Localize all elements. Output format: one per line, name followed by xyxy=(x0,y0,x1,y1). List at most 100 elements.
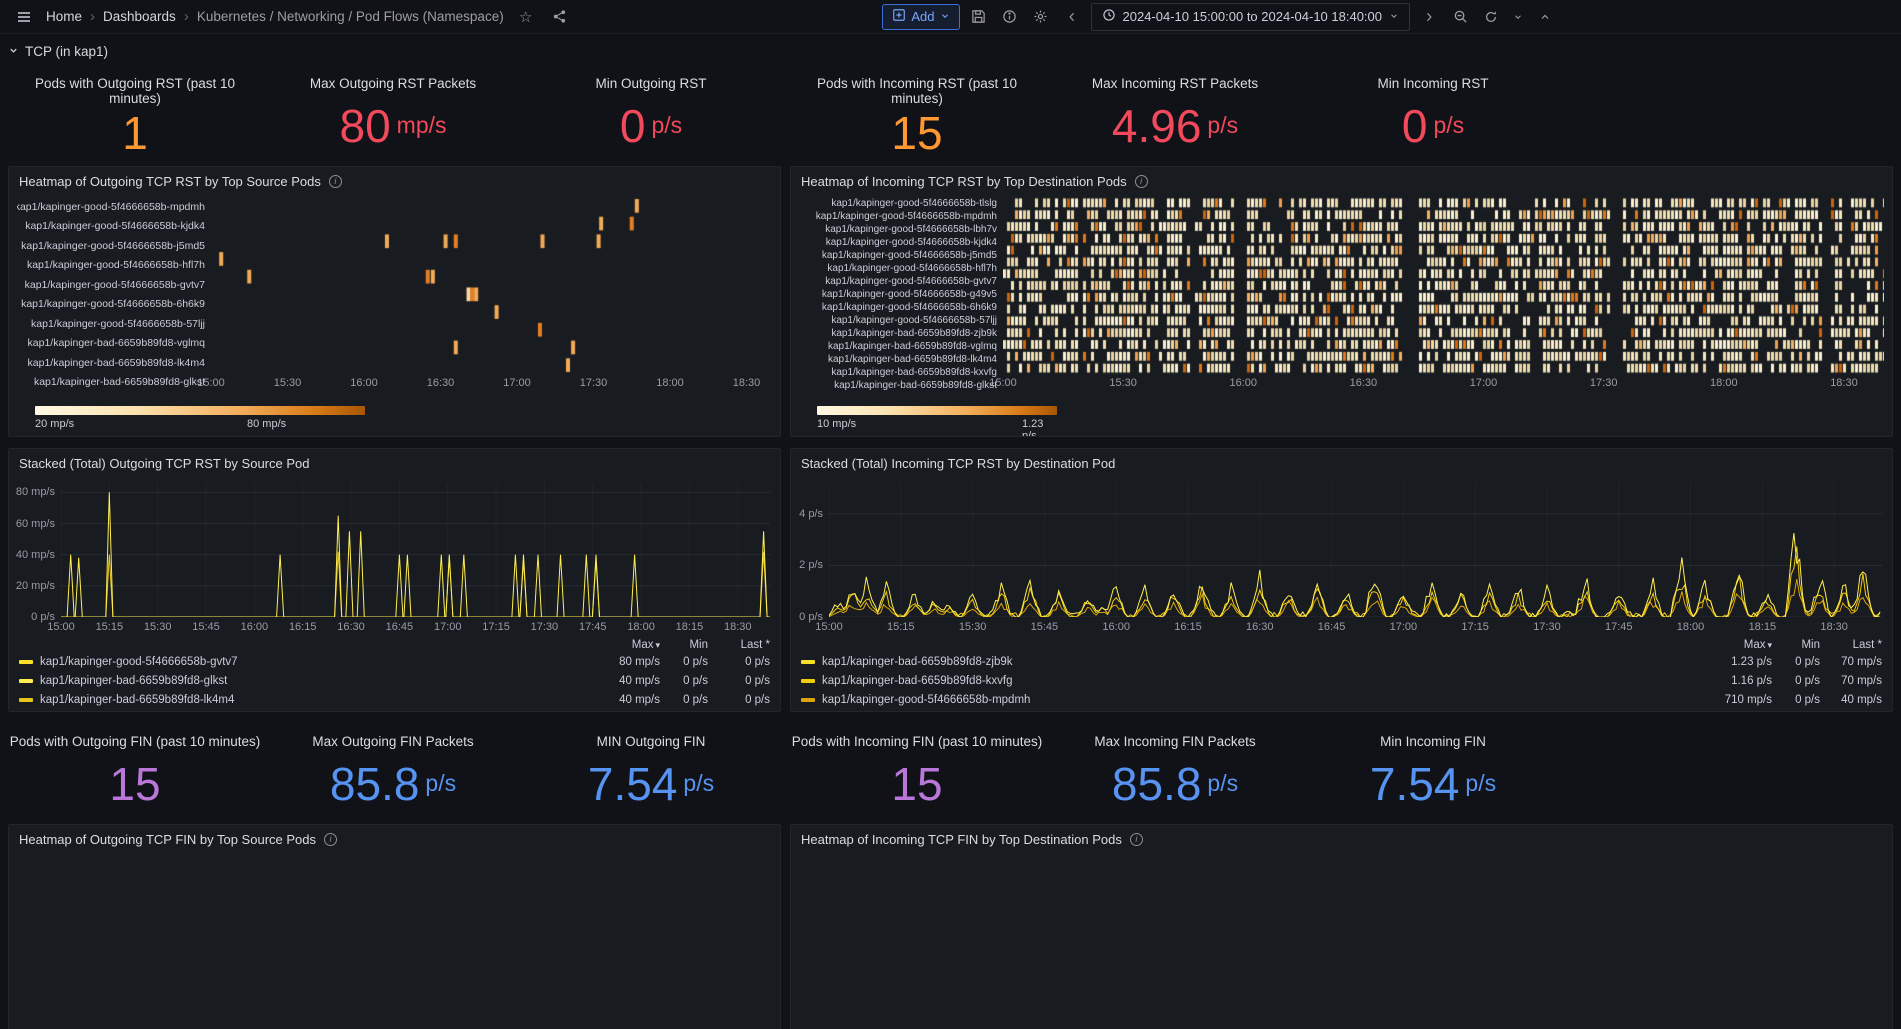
panel-header[interactable]: Stacked (Total) Incoming TCP RST by Dest… xyxy=(791,449,1892,477)
time-tick-label: 16:00 xyxy=(350,377,378,389)
legend-sort-last[interactable]: Last * xyxy=(1820,639,1882,651)
time-tick-label: 15:00 xyxy=(47,621,75,633)
pod-row-label: kap1/kapinger-good-5f4666658b-j5md5 xyxy=(821,250,997,261)
stat-pods-incoming-fin: Pods with Incoming FIN (past 10 minutes)… xyxy=(790,724,1044,818)
row-toggle-tcp[interactable]: TCP (in kap1) xyxy=(8,40,108,62)
panel-header[interactable]: Heatmap of Incoming TCP RST by Top Desti… xyxy=(791,167,1892,195)
legend-row[interactable]: kap1/kapinger-bad-6659b89fd8-glkst 40 mp/… xyxy=(19,671,770,690)
series-name[interactable]: kap1/kapinger-good-5f4666658b-gvtv7 xyxy=(40,656,238,668)
heatmap-y-labels: kap1/kapinger-good-5f4666658b-mpdmh kap1/… xyxy=(17,197,211,392)
heatmap-plot[interactable] xyxy=(211,197,772,374)
stat-value: 7.54 p/s xyxy=(1369,757,1497,810)
panel-header[interactable]: Heatmap of Incoming TCP FIN by Top Desti… xyxy=(791,825,1892,853)
series-name[interactable]: kap1/kapinger-bad-6659b89fd8-kxvfg xyxy=(822,675,1013,687)
color-gradient-bar xyxy=(35,406,365,415)
time-shift-back-button[interactable] xyxy=(1060,5,1084,29)
info-icon[interactable]: i xyxy=(1134,174,1148,188)
breadcrumb-dashboards[interactable]: Dashboards xyxy=(103,9,176,24)
timeseries-body: 0 p/s 20 mp/s 40 mp/s 60 mp/s 80 mp/s 15:00 1… xyxy=(15,483,770,635)
dashboard-insights-button[interactable] xyxy=(998,5,1022,29)
series-color-swatch xyxy=(801,659,815,664)
pod-row-label: kap1/kapinger-good-5f4666658b-mpdmh xyxy=(17,200,205,213)
collapse-topbar-button[interactable] xyxy=(1533,5,1557,29)
y-axis-label: 80 mp/s xyxy=(15,486,55,499)
series-name[interactable]: kap1/kapinger-good-5f4666658b-mpdmh xyxy=(822,694,1030,706)
pod-row-label: kap1/kapinger-good-5f4666658b-hfl7h xyxy=(827,263,997,274)
info-icon[interactable]: i xyxy=(324,832,337,846)
panel-header[interactable]: Heatmap of Outgoing TCP FIN by Top Sourc… xyxy=(9,825,780,853)
legend-max-value: 80 mp/s xyxy=(619,655,660,668)
legend-last-value: 70 mp/s xyxy=(1841,655,1882,668)
refresh-button[interactable] xyxy=(1479,5,1503,29)
heatmap-plot[interactable] xyxy=(1003,197,1884,374)
time-tick-label: 17:15 xyxy=(482,621,510,633)
time-tick-label: 16:45 xyxy=(385,621,414,633)
legend-row[interactable]: kap1/kapinger-bad-6659b89fd8-zjb9k 1.23 p… xyxy=(801,652,1882,671)
x-axis: 15:00 15:15 15:30 15:45 16:00 16:15 16:30 16:45… xyxy=(815,617,1882,635)
panel-header[interactable]: Stacked (Total) Outgoing TCP RST by Sour… xyxy=(9,449,780,477)
info-icon[interactable]: i xyxy=(328,174,342,188)
timeseries-body: 0 p/s 2 p/s 4 p/s 15:00 15:15 15:30 15:45 16:0… xyxy=(797,483,1882,635)
stat-title: Min Outgoing RST xyxy=(595,76,707,91)
stat-title: Max Incoming RST Packets xyxy=(1091,76,1259,91)
heatmap-cells[interactable] xyxy=(1003,197,1884,374)
y-axis-label: 20 mp/s xyxy=(15,579,55,592)
stat-min-outgoing-fin: MIN Outgoing FIN 7.54 p/s xyxy=(524,724,778,818)
time-range-picker[interactable]: 2024-04-10 15:00:00 to 2024-04-10 18:40:… xyxy=(1090,2,1410,31)
time-tick-label: 15:45 xyxy=(1030,621,1059,633)
time-tick-label: 18:00 xyxy=(1710,377,1738,389)
legend-sort-min[interactable]: Min xyxy=(660,639,708,651)
legend-row[interactable]: kap1/kapinger-bad-6659b89fd8-kxvfg 1.16 p… xyxy=(801,671,1882,690)
y-axis: 0 p/s 2 p/s 4 p/s xyxy=(797,483,829,635)
info-icon[interactable]: i xyxy=(1129,832,1143,846)
pod-row-label: kap1/kapinger-bad-6659b89fd8-glkst xyxy=(33,376,205,389)
legend-row[interactable]: kap1/kapinger-bad-6659b89fd8-lk4m4 40 mp/… xyxy=(19,690,770,709)
pod-row-label: kap1/kapinger-bad-6659b89fd8-vglmq xyxy=(827,341,997,352)
stat-min-incoming-rst: Min Incoming RST 0 p/s xyxy=(1306,66,1560,160)
legend-sort-max[interactable]: Max ▾ xyxy=(588,639,660,651)
favorite-star-button[interactable]: ☆ xyxy=(514,5,538,29)
heatmap-body: kap1/kapinger-good-5f4666658b-mpdmh kap1/… xyxy=(17,197,772,392)
timeseries-chart[interactable] xyxy=(61,483,770,617)
timeseries-plot[interactable] xyxy=(829,483,1882,617)
breadcrumb-home[interactable]: Home xyxy=(46,9,82,24)
menu-toggle-button[interactable] xyxy=(12,5,36,29)
legend-row[interactable]: kap1/kapinger-good-5f4666658b-gvtv7 80 mp… xyxy=(19,652,770,671)
share-button[interactable] xyxy=(548,5,572,29)
panel-header[interactable]: Heatmap of Outgoing TCP RST by Top Sourc… xyxy=(9,167,780,195)
stat-title: Pods with Outgoing FIN (past 10 minutes) xyxy=(9,734,261,749)
color-gradient-bar xyxy=(817,406,1057,415)
series-name[interactable]: kap1/kapinger-bad-6659b89fd8-lk4m4 xyxy=(40,694,234,706)
pod-row-label: kap1/kapinger-good-5f4666658b-hfl7h xyxy=(26,259,205,272)
series-name[interactable]: kap1/kapinger-bad-6659b89fd8-glkst xyxy=(40,675,227,687)
legend-sort-last[interactable]: Last * xyxy=(708,639,770,651)
stat-value: 80 mp/s xyxy=(339,99,447,152)
time-tick-label: 18:00 xyxy=(656,377,684,389)
series-line xyxy=(829,546,1881,617)
zoom-out-button[interactable] xyxy=(1448,5,1472,29)
series-color-swatch xyxy=(801,697,815,702)
time-tick-label: 17:30 xyxy=(579,377,608,389)
stat-title: Pods with Incoming FIN (past 10 minutes) xyxy=(791,734,1043,749)
legend-sort-min[interactable]: Min xyxy=(1772,639,1820,651)
heatmap-outgoing-fin-panel: Heatmap of Outgoing TCP FIN by Top Sourc… xyxy=(8,824,781,1029)
heatmap-body: kap1/kapinger-good-5f4666658b-tlslg kap1/… xyxy=(799,197,1884,392)
timeseries-plot[interactable] xyxy=(61,483,770,617)
series-name[interactable]: kap1/kapinger-bad-6659b89fd8-zjb9k xyxy=(822,656,1013,668)
refresh-interval-dropdown[interactable] xyxy=(1510,5,1526,29)
heatmap-outgoing-rst-panel: Heatmap of Outgoing TCP RST by Top Sourc… xyxy=(8,166,781,437)
chevron-down-icon xyxy=(940,9,950,24)
stat-max-incoming-rst: Max Incoming RST Packets 4.96 p/s xyxy=(1048,66,1302,160)
time-tick-label: 16:30 xyxy=(1349,377,1378,389)
time-shift-forward-button[interactable] xyxy=(1417,5,1441,29)
grafana-dashboard: Home › Dashboards › Kubernetes / Network… xyxy=(0,0,1901,1029)
dashboard-settings-button[interactable] xyxy=(1029,5,1053,29)
save-dashboard-button[interactable] xyxy=(967,5,991,29)
legend-row[interactable]: kap1/kapinger-good-5f4666658b-mpdmh 710 m… xyxy=(801,690,1882,709)
y-axis-label: 2 p/s xyxy=(799,559,823,572)
legend-sort-max[interactable]: Max ▾ xyxy=(1700,639,1772,651)
timeseries-chart[interactable] xyxy=(829,483,1882,617)
add-button[interactable]: Add xyxy=(882,3,960,30)
heatmap-cells[interactable] xyxy=(211,197,772,374)
legend-header: Max ▾ Min Last * xyxy=(801,637,1882,652)
